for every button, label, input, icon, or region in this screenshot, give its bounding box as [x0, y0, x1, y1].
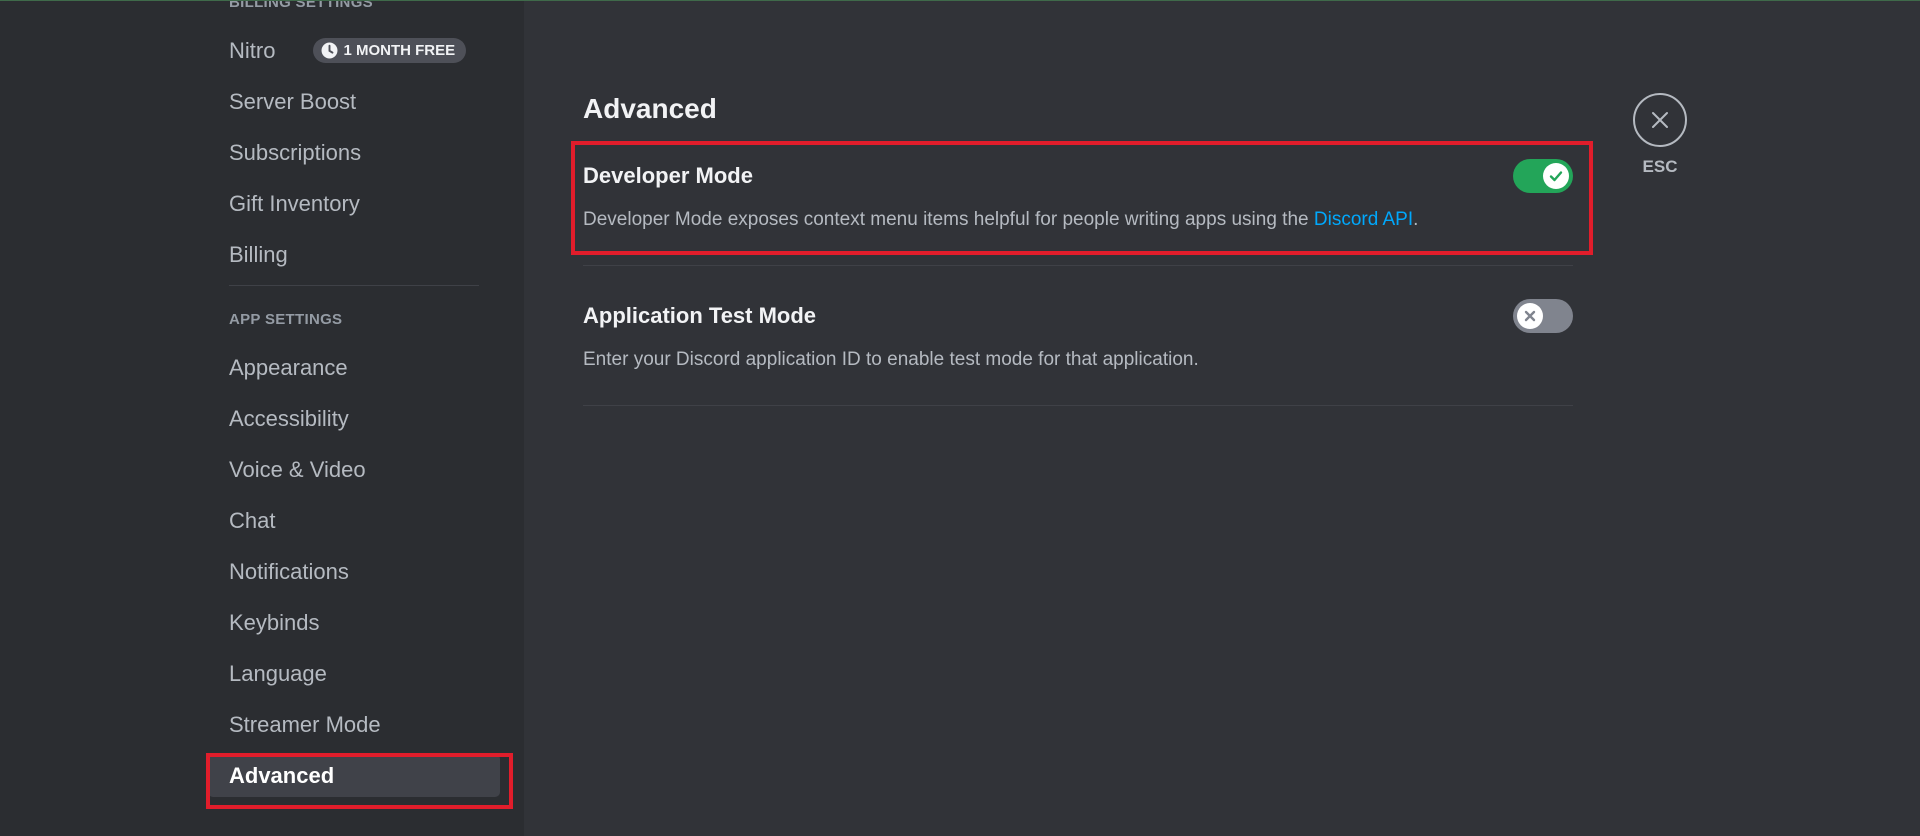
developer-mode-description-text: Developer Mode exposes context menu item… — [583, 209, 1314, 230]
sidebar-item-accessibility[interactable]: Accessibility — [208, 397, 500, 440]
developer-mode-description: Developer Mode exposes context menu item… — [583, 209, 1573, 231]
sidebar-item-label: Subscriptions — [229, 139, 362, 165]
sidebar-item-streamer-mode[interactable]: Streamer Mode — [208, 703, 500, 746]
sidebar-divider — [229, 805, 479, 806]
application-test-mode-title: Application Test Mode — [583, 303, 817, 328]
page-title: Advanced — [583, 93, 717, 124]
settings-sidebar: Billing Settings Nitro 1 MONTH FREE Serv… — [0, 1, 524, 836]
sidebar-item-label: Nitro — [229, 37, 276, 63]
sidebar-item-gift-inventory[interactable]: Gift Inventory — [208, 182, 500, 225]
sidebar-item-keybinds[interactable]: Keybinds — [208, 601, 500, 644]
sidebar-item-label: Accessibility — [229, 405, 349, 431]
setting-divider — [583, 405, 1573, 406]
sidebar-item-notifications[interactable]: Notifications — [208, 550, 500, 593]
x-icon — [1523, 309, 1537, 323]
billing-settings-header: Billing Settings — [229, 1, 373, 11]
application-test-mode-description: Enter your Discord application ID to ena… — [583, 349, 1199, 370]
sidebar-item-label: Advanced — [229, 762, 335, 788]
toggle-knob — [1543, 163, 1569, 189]
close-settings: ESC — [1633, 93, 1687, 177]
sidebar-item-label: Chat — [229, 507, 276, 533]
sidebar-item-appearance[interactable]: Appearance — [208, 346, 500, 389]
sidebar-item-label: Server Boost — [229, 88, 357, 114]
developer-mode-setting: Developer Mode Developer Mode exposes co… — [583, 159, 1573, 231]
description-end: . — [1413, 209, 1419, 230]
developer-mode-title: Developer Mode — [583, 163, 753, 188]
sidebar-nav: Billing Settings Nitro 1 MONTH FREE Serv… — [208, 1, 500, 830]
sidebar-item-label: Streamer Mode — [229, 711, 381, 737]
sidebar-item-advanced[interactable]: Advanced — [208, 754, 500, 797]
badge-label: 1 MONTH FREE — [343, 42, 456, 59]
app-settings-header: App Settings — [229, 311, 343, 328]
sidebar-item-label: Billing — [229, 241, 288, 267]
settings-content: Advanced Developer Mode Developer Mode e… — [524, 1, 1920, 836]
clock-icon — [321, 42, 338, 59]
settings-window: Billing Settings Nitro 1 MONTH FREE Serv… — [0, 0, 1920, 836]
application-test-mode-toggle[interactable] — [1513, 299, 1573, 333]
sidebar-item-server-boost[interactable]: Server Boost — [208, 80, 500, 123]
sidebar-item-label: Gift Inventory — [229, 190, 360, 216]
sidebar-item-billing[interactable]: Billing — [208, 233, 500, 276]
sidebar-item-nitro[interactable]: Nitro 1 MONTH FREE — [208, 29, 500, 72]
sidebar-item-label: Keybinds — [229, 609, 320, 635]
toggle-knob — [1517, 303, 1543, 329]
sidebar-item-label: Voice & Video — [229, 456, 366, 482]
sidebar-item-language[interactable]: Language — [208, 652, 500, 695]
sidebar-item-label: Language — [229, 660, 327, 686]
developer-mode-toggle[interactable] — [1513, 159, 1573, 193]
sidebar-divider — [229, 285, 479, 286]
sidebar-item-label: Notifications — [229, 558, 349, 584]
discord-api-link[interactable]: Discord API — [1314, 209, 1413, 230]
sidebar-item-subscriptions[interactable]: Subscriptions — [208, 131, 500, 174]
nitro-promo-badge: 1 MONTH FREE — [313, 38, 467, 63]
close-button[interactable] — [1633, 93, 1687, 147]
sidebar-item-chat[interactable]: Chat — [208, 499, 500, 542]
application-test-mode-setting: Application Test Mode Enter your Discord… — [583, 299, 1573, 371]
esc-label: ESC — [1642, 157, 1678, 176]
setting-divider — [583, 265, 1573, 266]
sidebar-item-label: Appearance — [229, 354, 348, 380]
sidebar-item-voice-video[interactable]: Voice & Video — [208, 448, 500, 491]
close-icon — [1651, 111, 1669, 129]
check-icon — [1548, 168, 1564, 184]
